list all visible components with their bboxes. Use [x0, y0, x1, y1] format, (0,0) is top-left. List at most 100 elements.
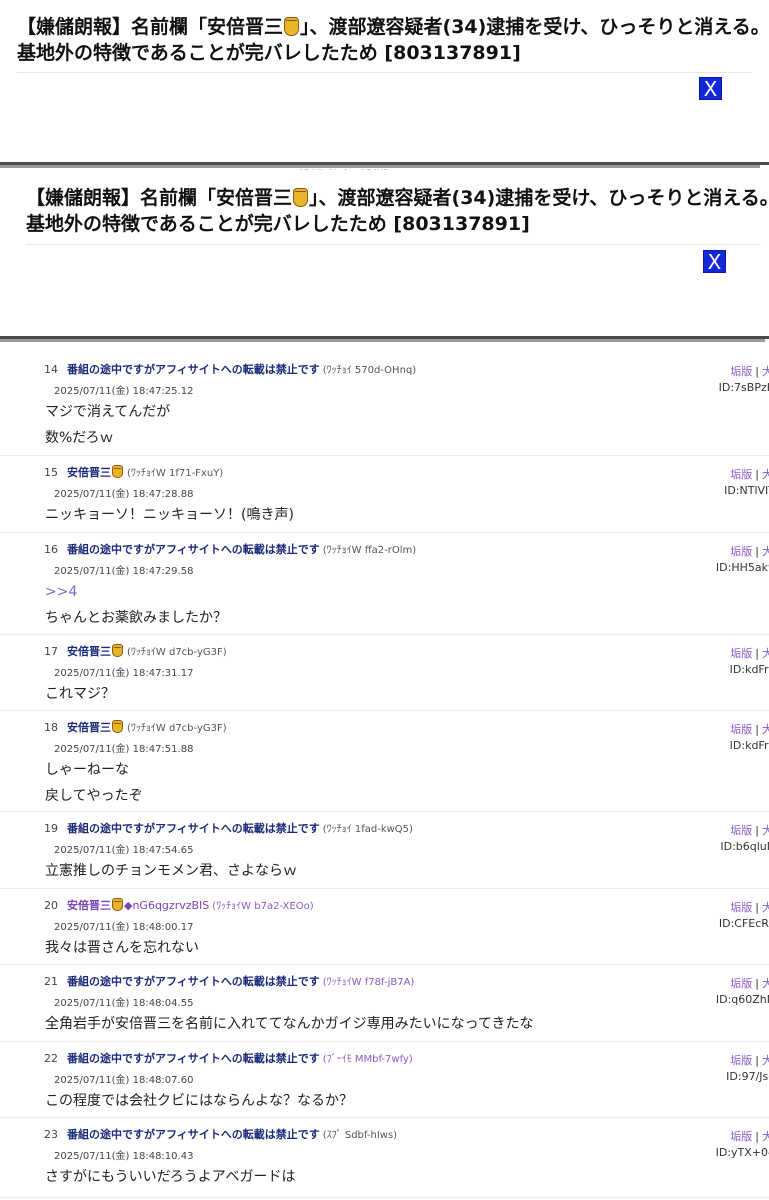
post-body: これマジ？ [45, 681, 115, 707]
poster-id[interactable]: ID:7sBPzH [719, 381, 769, 394]
post-body-line: しゃーねーな [45, 762, 129, 778]
poster-id-tag: (ﾜｯﾁｮｲW d7cb-yG3F) [127, 647, 227, 658]
post-date: 2025/07/11(金) 18:47:29.58 [54, 566, 194, 577]
poster-id-tag: (ﾜｯﾁｮｲW d7cb-yG3F) [127, 723, 227, 734]
post-body-line: 我々は晋さんを忘れない [45, 940, 199, 956]
report-link[interactable]: 垢版 [730, 647, 752, 660]
post-number[interactable]: 17 [44, 645, 58, 658]
post-date: 2025/07/11(金) 18:48:04.55 [54, 998, 194, 1009]
report-link[interactable]: 垢版 [730, 468, 752, 481]
poster-name: 安倍晋三 [67, 899, 111, 912]
tools-separator: | [755, 901, 759, 914]
reply-anchor-link[interactable]: >>4 [45, 579, 227, 605]
tools-separator: | [755, 647, 759, 660]
post: 17 安倍晋三 (ﾜｯﾁｮｲW d7cb-yG3F) 2025/07/11(金) 18… [0, 634, 769, 711]
poster-id[interactable]: ID:CFEcRc [719, 917, 769, 930]
thread-title-banner: 【嫌儲朗報】名前欄「安倍晋三 」、渡部遼容疑者(34)逮捕を受け、ひっそりと消える… [0, 0, 769, 162]
poster-name: 番組の途中ですがアフィサイトへの転載は禁止です [67, 975, 320, 988]
more-link[interactable]: 大 [762, 1130, 769, 1143]
poster-id[interactable]: ID:97/Jso [726, 1070, 769, 1083]
post-number[interactable]: 15 [44, 466, 58, 479]
post-header: 22 番組の途中ですがアフィサイトへの転載は禁止です (ﾌﾞｰｲﾓ MMbf-7wf… [44, 1050, 413, 1066]
thread-title-banner-2: 【嫌儲朗報】名前欄「安倍晋三 」、渡部遼容疑者(34)逮捕を受け、ひっそりと消える… [0, 170, 769, 336]
post-header: 14 番組の途中ですがアフィサイトへの転載は禁止です (ﾜｯﾁｮｲ 570d-OHn… [44, 361, 416, 377]
banner-rule [17, 72, 752, 73]
report-link[interactable]: 垢版 [730, 723, 752, 736]
post-body-line: 全角岩手が安倍晋三を名前に入れててなんかガイジ専用みたいになってきたな [45, 1016, 534, 1032]
post: 20 安倍晋三 ◆nG6qgzrvzBIS (ﾜｯﾁｮｲW b7a2-XEOo) 202… [0, 888, 769, 965]
report-link[interactable]: 垢版 [730, 824, 752, 837]
more-link[interactable]: 大 [762, 901, 769, 914]
poster-id[interactable]: ID:NTlVIT [724, 484, 769, 497]
post: 14 番組の途中ですがアフィサイトへの転載は禁止です (ﾜｯﾁｮｲ 570d-OHn… [0, 352, 769, 456]
tools-separator: | [755, 977, 759, 990]
post-body: 全角岩手が安倍晋三を名前に入れててなんかガイジ専用みたいになってきたな [45, 1011, 533, 1037]
poster-id[interactable]: ID:kdFry [730, 663, 769, 676]
more-link[interactable]: 大 [762, 647, 769, 660]
post-date: 2025/07/11(金) 18:48:00.17 [54, 922, 194, 933]
thread-title2-line2: 基地外の特徴であることが完バレしたため [803137891] [26, 213, 530, 235]
post-number[interactable]: 23 [44, 1128, 58, 1141]
post-number[interactable]: 20 [44, 899, 58, 912]
poster-id[interactable]: ID:HH5ak9 [716, 561, 769, 574]
post-date: 2025/07/11(金) 18:48:10.43 [54, 1151, 194, 1162]
post-body: マジで消えてんだが 数%だろｗ [45, 399, 170, 451]
post-tools: 垢版 | 大 [730, 975, 769, 991]
post-body: 立憲推しのチョンモメン君、さよならｗ [45, 858, 297, 884]
post-tools: 垢版 | 大 [730, 543, 769, 559]
more-link[interactable]: 大 [762, 1054, 769, 1067]
jar-emoji-icon [112, 720, 123, 733]
post-number[interactable]: 16 [44, 543, 58, 556]
poster-id-tag: (ﾜｯﾁｮｲ 1fad-kwQ5) [322, 824, 413, 835]
close-button[interactable]: X [703, 250, 726, 274]
poster-name: 安倍晋三 [67, 466, 111, 479]
more-link[interactable]: 大 [762, 824, 769, 837]
post-body-line: さすがにもういいだろうよアベガードは [45, 1169, 296, 1185]
post-body: 我々は晋さんを忘れない [45, 935, 199, 961]
report-link[interactable]: 垢版 [730, 1054, 752, 1067]
poster-id-tag: (ﾌﾞｰｲﾓ MMbf-7wfy) [322, 1054, 413, 1065]
trip-code: ◆nG6qgzrvzBIS [124, 899, 210, 912]
tools-separator: | [755, 824, 759, 837]
poster-id[interactable]: ID:yTX+04 [716, 1146, 769, 1159]
more-link[interactable]: 大 [762, 365, 769, 378]
post-date: 2025/07/11(金) 18:47:54.65 [54, 845, 194, 856]
post-body-line: 立憲推しのチョンモメン君、さよならｗ [45, 863, 297, 879]
post-number[interactable]: 18 [44, 721, 58, 734]
more-link[interactable]: 大 [762, 545, 769, 558]
post-header: 16 番組の途中ですがアフィサイトへの転載は禁止です (ﾜｯﾁｮｲW ffa2-rO… [44, 541, 416, 557]
poster-id[interactable]: ID:q60ZhN [716, 993, 769, 1006]
post-tools: 垢版 | 大 [730, 721, 769, 737]
post: 19 番組の途中ですがアフィサイトへの転載は禁止です (ﾜｯﾁｮｲ 1fad-kwQ… [0, 811, 769, 889]
more-link[interactable]: 大 [762, 723, 769, 736]
report-link[interactable]: 垢版 [730, 545, 752, 558]
post-header: 23 番組の途中ですがアフィサイトへの転載は禁止です (ｽﾌﾟ Sdbf-hIws) [44, 1126, 397, 1142]
post-number[interactable]: 14 [44, 363, 58, 376]
tools-separator: | [755, 723, 759, 736]
poster-id[interactable]: ID:b6qluN [720, 840, 769, 853]
poster-name: 番組の途中ですがアフィサイトへの転載は禁止です [67, 363, 320, 376]
report-link[interactable]: 垢版 [730, 1130, 752, 1143]
post-header: 18 安倍晋三 (ﾜｯﾁｮｲW d7cb-yG3F) [44, 719, 227, 735]
post-number[interactable]: 19 [44, 822, 58, 835]
post-number[interactable]: 22 [44, 1052, 58, 1065]
jar-emoji-icon [112, 898, 123, 911]
poster-id-tag: (ﾜｯﾁｮｲW b7a2-XEOo) [212, 901, 314, 912]
poster-id[interactable]: ID:kdFry [730, 739, 769, 752]
post-number[interactable]: 21 [44, 975, 58, 988]
more-link[interactable]: 大 [762, 977, 769, 990]
post: 21 番組の途中ですがアフィサイトへの転載は禁止です (ﾜｯﾁｮｲW f78f-jB… [0, 964, 769, 1042]
tools-separator: | [755, 1054, 759, 1067]
tools-separator: | [755, 545, 759, 558]
post-date: 2025/07/11(金) 18:47:28.88 [54, 489, 194, 500]
post-date: 2025/07/11(金) 18:47:31.17 [54, 668, 194, 679]
report-link[interactable]: 垢版 [730, 977, 752, 990]
post: 23 番組の途中ですがアフィサイトへの転載は禁止です (ｽﾌﾟ Sdbf-hIws)… [0, 1117, 769, 1198]
report-link[interactable]: 垢版 [730, 365, 752, 378]
more-link[interactable]: 大 [762, 468, 769, 481]
thread-title-line1b: 」、渡部遼容疑者(34)逮捕を受け、ひっそりと消える。 [300, 16, 769, 38]
report-link[interactable]: 垢版 [730, 901, 752, 914]
post-header: 20 安倍晋三 ◆nG6qgzrvzBIS (ﾜｯﾁｮｲW b7a2-XEOo) [44, 897, 314, 913]
close-button[interactable]: X [699, 77, 722, 101]
post-tools: 垢版 | 大 [730, 645, 769, 661]
